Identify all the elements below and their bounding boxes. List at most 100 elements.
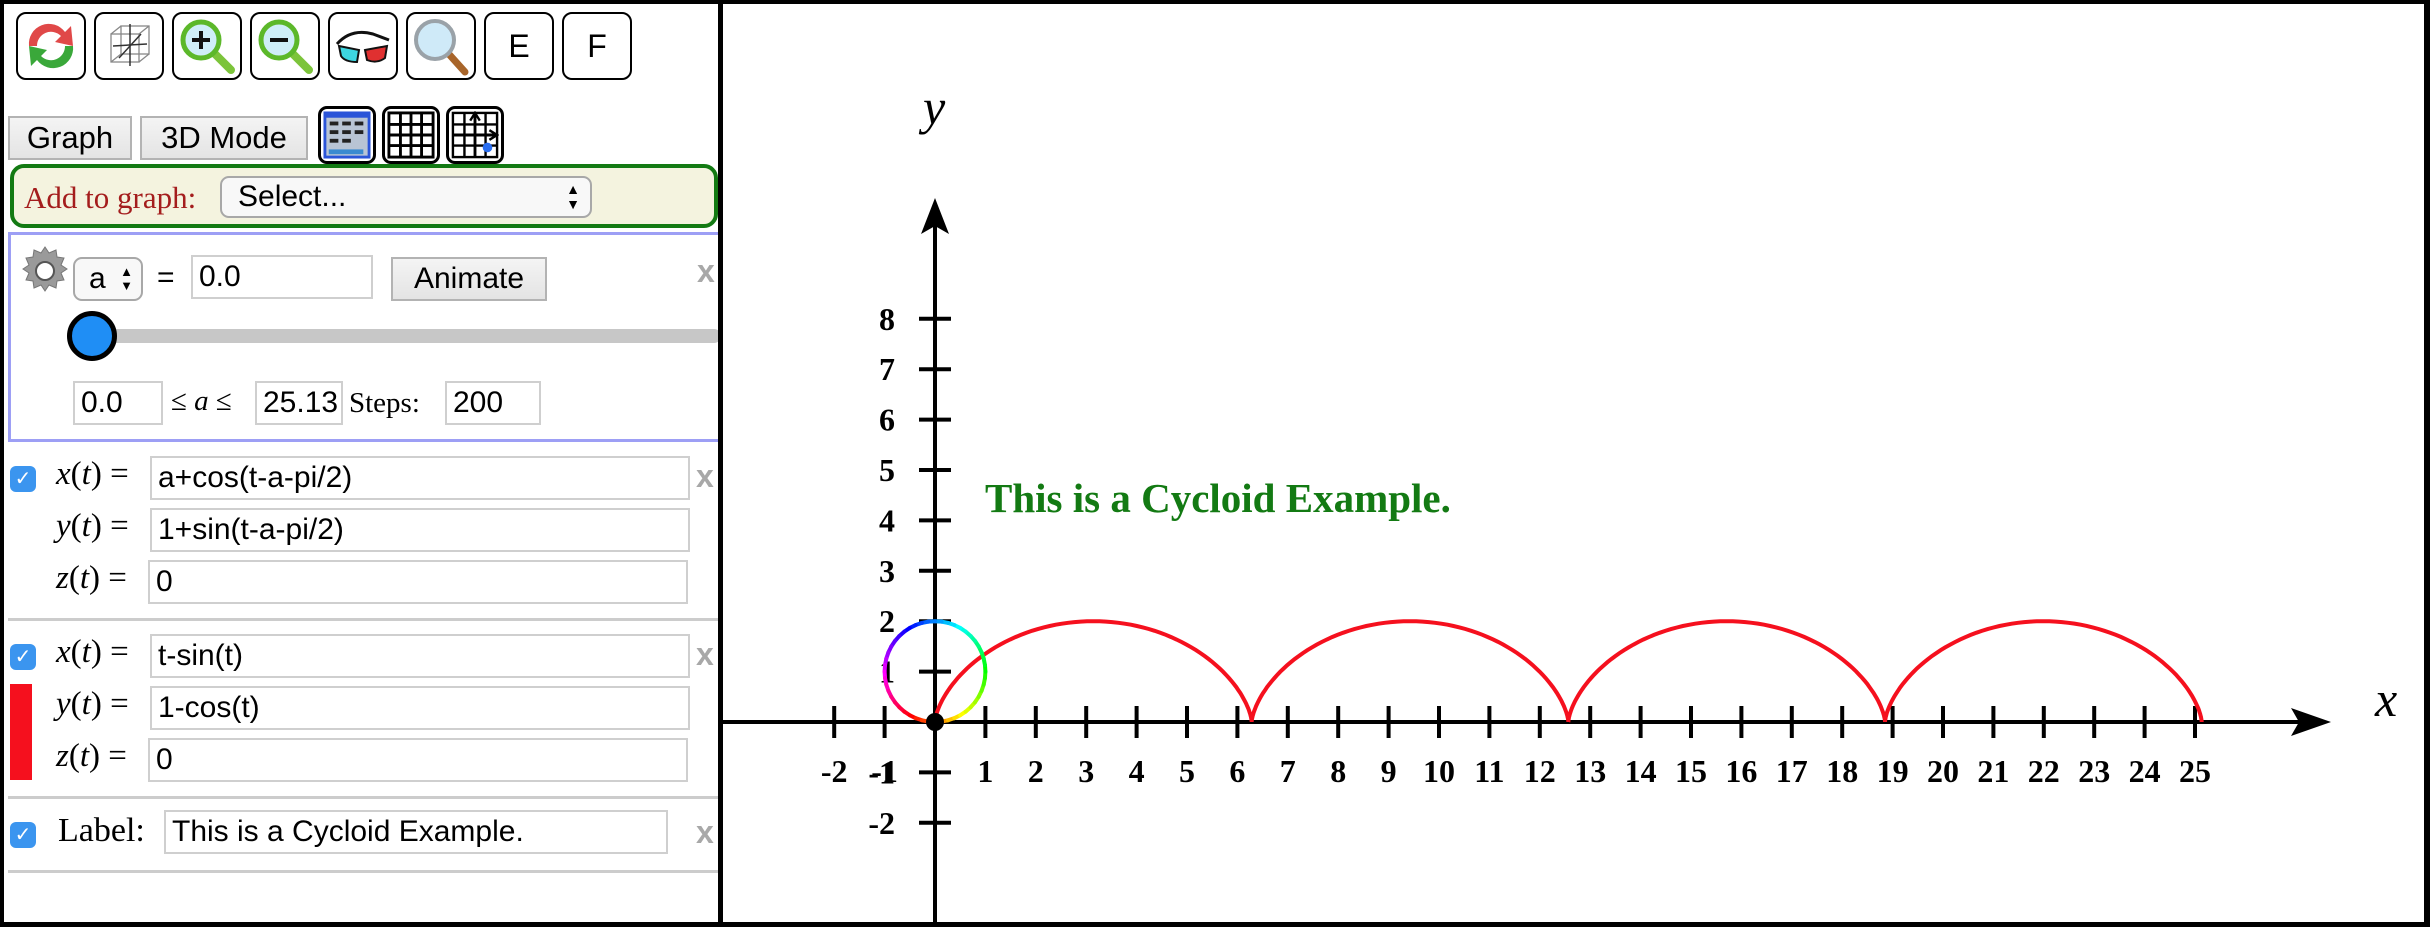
x-tick-label: 16 bbox=[1725, 753, 1757, 789]
y-axis-label: y bbox=[918, 79, 946, 135]
steps-input[interactable]: 200 bbox=[445, 381, 541, 425]
add-to-graph-label: Add to graph: bbox=[24, 180, 196, 216]
x-tick-label: 14 bbox=[1625, 753, 1657, 789]
curve-1-z-label: z(t) = bbox=[56, 560, 127, 597]
curve-2-close-button[interactable]: x bbox=[696, 636, 714, 673]
label-visible-checkbox[interactable]: ✓ bbox=[10, 822, 36, 848]
x-tick-label: 12 bbox=[1524, 753, 1556, 789]
x-tick-label: 5 bbox=[1179, 753, 1195, 789]
3d-view-button[interactable] bbox=[94, 12, 164, 80]
equals-sign: = bbox=[157, 261, 175, 295]
between-label: ≤ a ≤ bbox=[171, 385, 232, 418]
curve-1-x-input[interactable]: a+cos(t-a-pi/2) bbox=[150, 456, 690, 500]
f-button-label: F bbox=[587, 28, 607, 65]
tab-graph[interactable]: Graph bbox=[8, 116, 132, 160]
parameter-block: a ▲▼ = 0.0 Animate x 0.0 ≤ a ≤ 25.13 Ste… bbox=[8, 232, 722, 442]
anaglyph-3d-button[interactable] bbox=[328, 12, 398, 80]
curve-2-color-swatch[interactable] bbox=[10, 684, 32, 780]
calculator-icon bbox=[323, 111, 371, 159]
parameter-name: a bbox=[89, 262, 106, 295]
y-tick-label: 7 bbox=[879, 351, 895, 387]
x-tick-label: 3 bbox=[1078, 753, 1094, 789]
app-frame: E F Graph 3D Mode bbox=[4, 4, 2424, 922]
magnify-button[interactable] bbox=[406, 12, 476, 80]
zoom-in-button[interactable] bbox=[172, 12, 242, 80]
y-tick-label: 6 bbox=[879, 402, 895, 438]
x-tick-label: 19 bbox=[1877, 753, 1909, 789]
curve-1-z-input[interactable]: 0 bbox=[148, 560, 688, 604]
y-tick-label: -2 bbox=[868, 805, 895, 841]
tab-3d-mode[interactable]: 3D Mode bbox=[140, 116, 308, 160]
x-tick-label: 15 bbox=[1675, 753, 1707, 789]
add-to-graph-select[interactable]: Select... ▲▼ bbox=[220, 176, 592, 218]
curve-2-z-input[interactable]: 0 bbox=[148, 738, 688, 782]
curve-1-x-label: x(t) = bbox=[56, 456, 129, 493]
x-tick-label: 6 bbox=[1229, 753, 1245, 789]
axes-grid-button[interactable] bbox=[446, 106, 504, 164]
e-button-label: E bbox=[508, 28, 529, 65]
parameter-value-input[interactable]: 0.0 bbox=[191, 255, 373, 299]
steps-label: Steps: bbox=[349, 387, 420, 420]
parameter-min-input[interactable]: 0.0 bbox=[73, 381, 163, 425]
graph-canvas[interactable]: -2-1123456789101112131415161718192021222… bbox=[723, 4, 2424, 922]
zoom-out-icon bbox=[255, 16, 315, 76]
x-tick-label: 1 bbox=[977, 753, 993, 789]
curve-1-y-input[interactable]: 1+sin(t-a-pi/2) bbox=[150, 508, 690, 552]
x-tick-label: 22 bbox=[2028, 753, 2060, 789]
x-tick-label: 13 bbox=[1574, 753, 1606, 789]
curve-1-close-button[interactable]: x bbox=[696, 458, 714, 495]
3d-glasses-icon bbox=[333, 16, 393, 76]
zoom-out-button[interactable] bbox=[250, 12, 320, 80]
x-tick-label: -2 bbox=[821, 753, 848, 789]
y-tick-label: 8 bbox=[879, 301, 895, 337]
parameter-slider[interactable] bbox=[67, 325, 721, 347]
curve-2-y-input[interactable]: 1-cos(t) bbox=[150, 686, 690, 730]
x-tick-label: 21 bbox=[1977, 753, 2009, 789]
x-tick-label: 4 bbox=[1129, 753, 1145, 789]
curve-2-visible-checkbox[interactable]: ✓ bbox=[10, 644, 36, 670]
f-button[interactable]: F bbox=[562, 12, 632, 80]
reset-view-button[interactable] bbox=[16, 12, 86, 80]
y-tick-label: -1 bbox=[868, 754, 895, 790]
curve-2-y-label: y(t) = bbox=[56, 686, 129, 723]
curve-2-x-label: x(t) = bbox=[56, 634, 129, 671]
y-tick-label: 3 bbox=[879, 553, 895, 589]
x-tick-label: 2 bbox=[1028, 753, 1044, 789]
x-tick-label: 10 bbox=[1423, 753, 1455, 789]
contact-point bbox=[926, 713, 944, 731]
curve-2-z-label: z(t) = bbox=[56, 738, 127, 775]
cycloid-curve bbox=[935, 621, 2202, 722]
refresh-icon bbox=[21, 16, 81, 76]
parameter-close-button[interactable]: x bbox=[697, 253, 715, 290]
parameter-name-select[interactable]: a ▲▼ bbox=[73, 257, 143, 301]
label-close-button[interactable]: x bbox=[696, 814, 714, 851]
plot-svg[interactable]: -2-1123456789101112131415161718192021222… bbox=[723, 4, 2424, 922]
add-to-graph-box: Add to graph: Select... ▲▼ bbox=[10, 164, 718, 228]
3d-box-icon bbox=[99, 16, 159, 76]
graph-annotation: This is a Cycloid Example. bbox=[985, 475, 1451, 521]
e-button[interactable]: E bbox=[484, 12, 554, 80]
x-tick-label: 18 bbox=[1826, 753, 1858, 789]
curve-2-x-input[interactable]: t-sin(t) bbox=[150, 634, 690, 678]
animate-button[interactable]: Animate bbox=[391, 257, 547, 301]
add-to-graph-select-value: Select... bbox=[238, 180, 346, 213]
gear-icon[interactable] bbox=[17, 243, 73, 299]
select-arrows-icon: ▲▼ bbox=[566, 182, 580, 212]
curve-1-visible-checkbox[interactable]: ✓ bbox=[10, 466, 36, 492]
separator bbox=[8, 618, 722, 621]
slider-thumb[interactable] bbox=[67, 311, 117, 361]
calculator-button[interactable] bbox=[318, 106, 376, 164]
x-axis-label: x bbox=[2374, 671, 2397, 727]
slider-track bbox=[67, 329, 721, 343]
grid-button[interactable] bbox=[382, 106, 440, 164]
control-panel: E F Graph 3D Mode bbox=[4, 4, 718, 922]
parameter-max-input[interactable]: 25.13 bbox=[255, 381, 343, 425]
label-text-input[interactable]: This is a Cycloid Example. bbox=[164, 810, 668, 854]
separator bbox=[8, 796, 722, 799]
x-tick-label: 9 bbox=[1381, 753, 1397, 789]
separator bbox=[8, 870, 722, 873]
x-tick-label: 11 bbox=[1474, 753, 1504, 789]
x-tick-label: 17 bbox=[1776, 753, 1808, 789]
curve-1-y-label: y(t) = bbox=[56, 508, 129, 545]
y-tick-label: 2 bbox=[879, 603, 895, 639]
